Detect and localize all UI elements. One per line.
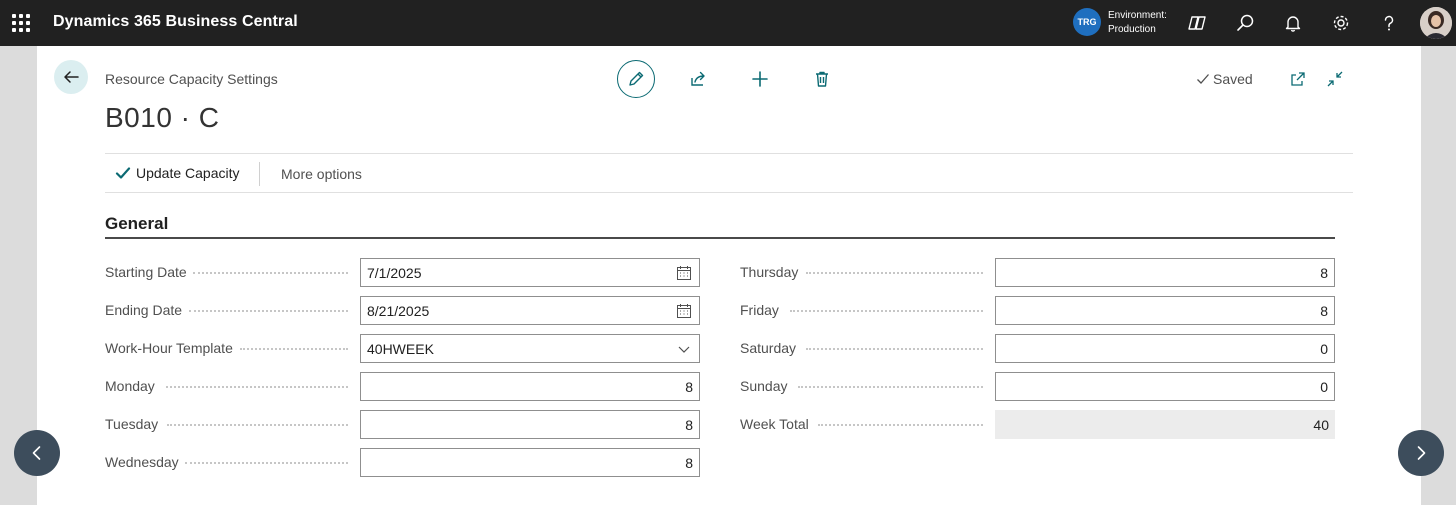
chevron-left-icon [32, 446, 41, 460]
leader-dots [806, 272, 983, 274]
saved-label: Saved [1213, 71, 1253, 87]
edit-button[interactable] [617, 60, 655, 98]
chevron-right-icon [1417, 446, 1426, 460]
leader-dots [806, 348, 983, 350]
open-new-window-icon[interactable] [1286, 67, 1310, 91]
chevron-down-icon[interactable] [675, 340, 693, 358]
leader-dots [240, 348, 348, 350]
field-label: Wednesday [105, 454, 179, 470]
starting-date-input[interactable]: 7/1/2025 [360, 258, 700, 287]
monday-input[interactable]: 8 [360, 372, 700, 401]
calendar-icon[interactable] [675, 264, 693, 282]
checkmark-icon [115, 167, 131, 179]
wednesday-input[interactable]: 8 [360, 448, 700, 477]
app-launcher-icon[interactable] [12, 14, 30, 32]
saturday-input[interactable]: 0 [995, 334, 1335, 363]
ending-date-input[interactable]: 8/21/2025 [360, 296, 700, 325]
field-value: 8/21/2025 [367, 302, 430, 319]
leader-dots [185, 462, 348, 464]
field-value: 8 [685, 454, 693, 471]
field-value: 8 [1320, 264, 1328, 281]
section-divider [105, 237, 1335, 239]
collapse-icon[interactable] [1323, 67, 1347, 91]
app-title[interactable]: Dynamics 365 Business Central [53, 13, 298, 31]
leader-dots [193, 272, 348, 274]
bell-icon[interactable] [1281, 11, 1305, 35]
gear-icon[interactable] [1329, 11, 1353, 35]
field-value: 8 [685, 416, 693, 433]
share-icon[interactable] [686, 67, 710, 91]
environment-label: Environment: [1108, 10, 1167, 21]
leader-dots [818, 424, 983, 426]
field-value: 0 [1320, 340, 1328, 357]
week-total-value: 40 [995, 410, 1335, 439]
top-bar: Dynamics 365 Business Central TRG Enviro… [0, 0, 1456, 46]
page-title: B010 · C [105, 102, 220, 133]
field-value: 40 [1313, 416, 1329, 433]
calendar-icon[interactable] [675, 302, 693, 320]
work-hour-template-select[interactable]: 40HWEEK [360, 334, 700, 363]
field-label: Friday [740, 302, 779, 318]
field-label: Starting Date [105, 264, 187, 280]
leader-dots [798, 386, 983, 388]
environment-badge[interactable]: TRG [1073, 8, 1101, 36]
leader-dots [189, 310, 348, 312]
update-capacity-button[interactable]: Update Capacity [115, 165, 240, 181]
action-divider [259, 162, 260, 186]
field-value: 7/1/2025 [367, 264, 422, 281]
field-value: 0 [1320, 378, 1328, 395]
saved-status: Saved [1196, 71, 1253, 87]
field-value: 40HWEEK [367, 340, 434, 357]
copilot-icon[interactable] [1185, 11, 1209, 35]
leader-dots [166, 386, 348, 388]
update-capacity-label: Update Capacity [136, 165, 240, 181]
leader-dots [167, 424, 348, 426]
help-icon[interactable] [1377, 11, 1401, 35]
arrow-left-icon [64, 71, 79, 83]
field-value: 8 [685, 378, 693, 395]
previous-record-button[interactable] [14, 430, 60, 476]
field-label: Tuesday [105, 416, 159, 432]
more-options-button[interactable]: More options [281, 166, 362, 182]
breadcrumb: Resource Capacity Settings [105, 71, 278, 87]
field-label: Work-Hour Template [105, 340, 233, 356]
field-label: Sunday [740, 378, 788, 394]
leader-dots [790, 310, 983, 312]
section-title-general[interactable]: General [105, 214, 168, 234]
sunday-input[interactable]: 0 [995, 372, 1335, 401]
environment-value: Production [1108, 24, 1156, 35]
field-label: Saturday [740, 340, 797, 356]
field-label: Week Total [740, 416, 809, 432]
next-record-button[interactable] [1398, 430, 1444, 476]
field-label: Monday [105, 378, 155, 394]
avatar[interactable] [1420, 7, 1452, 39]
field-label: Thursday [740, 264, 799, 280]
back-button[interactable] [54, 60, 88, 94]
add-icon[interactable] [748, 67, 772, 91]
field-value: 8 [1320, 302, 1328, 319]
environment-info[interactable]: Environment: Production [1108, 9, 1167, 37]
thursday-input[interactable]: 8 [995, 258, 1335, 287]
check-icon [1197, 74, 1209, 84]
pencil-icon [629, 71, 644, 86]
search-icon[interactable] [1233, 11, 1257, 35]
action-bar: Update Capacity More options [105, 153, 1353, 193]
tuesday-input[interactable]: 8 [360, 410, 700, 439]
delete-icon[interactable] [810, 67, 834, 91]
field-label: Ending Date [105, 302, 183, 318]
friday-input[interactable]: 8 [995, 296, 1335, 325]
